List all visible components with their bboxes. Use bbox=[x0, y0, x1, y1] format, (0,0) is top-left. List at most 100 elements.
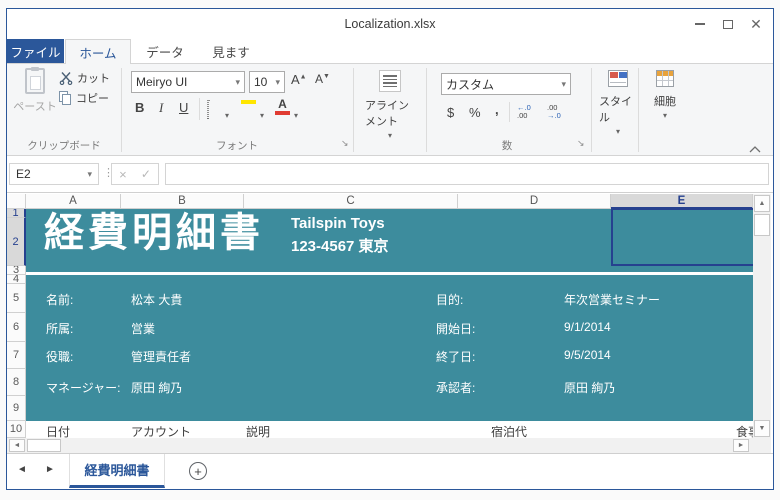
column-header-d[interactable]: D bbox=[458, 194, 611, 209]
table-header-account: アカウント bbox=[131, 423, 191, 438]
formula-actions: × ✓ bbox=[111, 163, 159, 185]
ribbon: ペースト カット コピー クリップボード Meiryo UI▾ 10▾ A▲ A… bbox=[7, 63, 773, 156]
formula-input[interactable] bbox=[165, 163, 769, 185]
sheet-nav-prev-icon[interactable]: ◄ bbox=[17, 464, 27, 475]
font-color-bar bbox=[275, 111, 290, 115]
horizontal-scrollbar[interactable]: ◄ ► bbox=[7, 438, 753, 453]
add-sheet-button[interactable]: + bbox=[189, 462, 207, 480]
scroll-right-button[interactable]: ► bbox=[733, 439, 749, 452]
name-box[interactable]: E2 ▾ bbox=[9, 163, 99, 185]
fill-color-dropdown[interactable]: ▾ bbox=[260, 105, 264, 123]
row-header-10[interactable]: 10 bbox=[7, 421, 26, 438]
left-arrow-icon: ◄ bbox=[14, 442, 21, 449]
clipboard-group-label: クリップボード bbox=[17, 138, 111, 153]
font-size-select[interactable]: 10▾ bbox=[249, 71, 285, 93]
scroll-down-button[interactable]: ▼ bbox=[754, 420, 770, 437]
field-label: 名前: bbox=[46, 291, 73, 308]
group-separator bbox=[426, 68, 427, 152]
row-header-6[interactable]: 6 bbox=[7, 313, 26, 342]
italic-button[interactable]: I bbox=[159, 100, 163, 116]
number-format-value: カスタム bbox=[446, 76, 494, 93]
vertical-scroll-thumb[interactable] bbox=[754, 214, 770, 236]
select-all-corner[interactable] bbox=[7, 194, 26, 209]
row-header-9[interactable]: 9 bbox=[7, 396, 26, 421]
number-format-select[interactable]: カスタム▾ bbox=[441, 73, 571, 95]
field-value: 営業 bbox=[131, 320, 155, 337]
ribbon-tab-row: ファイル ホーム データ 見ます bbox=[7, 39, 773, 63]
tab-data[interactable]: データ bbox=[138, 39, 192, 63]
scroll-up-button[interactable]: ▲ bbox=[754, 195, 770, 212]
minimize-button[interactable] bbox=[689, 15, 711, 33]
number-dialog-launcher[interactable]: ↘ bbox=[577, 138, 585, 149]
font-group-label: フォント bbox=[187, 138, 287, 153]
field-label: 役職: bbox=[46, 348, 73, 365]
expense-table-header-row[interactable]: 日付 アカウント 説明 宿泊代 食事代 bbox=[26, 422, 753, 438]
maximize-button[interactable] bbox=[717, 15, 739, 33]
close-button[interactable]: ✕ bbox=[745, 15, 767, 33]
comma-button[interactable]: , bbox=[495, 102, 499, 117]
fill-color-button[interactable] bbox=[241, 99, 256, 104]
font-family-select[interactable]: Meiryo UI▾ bbox=[131, 71, 245, 93]
column-header-b[interactable]: B bbox=[121, 194, 244, 209]
chevron-down-icon: ▾ bbox=[388, 131, 392, 140]
font-family-value: Meiryo UI bbox=[136, 75, 187, 89]
borders-icon bbox=[207, 100, 209, 119]
decrease-decimal-button[interactable]: .00 →.0 bbox=[547, 104, 561, 120]
row-header-8[interactable]: 8 bbox=[7, 369, 26, 396]
collapse-ribbon-button[interactable] bbox=[749, 140, 761, 158]
row-header-2[interactable]: 2 bbox=[7, 218, 26, 266]
increase-decimal-button[interactable]: ←.0 .00 bbox=[517, 104, 531, 120]
paste-button[interactable]: ペースト bbox=[13, 68, 57, 114]
horizontal-scroll-thumb[interactable] bbox=[27, 439, 61, 452]
table-header-description: 説明 bbox=[246, 423, 270, 438]
shrink-font-button[interactable]: A▼ bbox=[315, 72, 330, 86]
confirm-entry-icon[interactable]: ✓ bbox=[141, 167, 151, 181]
paste-icon bbox=[25, 68, 45, 94]
sheet-nav-next-icon[interactable]: ► bbox=[45, 464, 55, 475]
chevron-up-icon bbox=[749, 146, 761, 153]
column-header-a[interactable]: A bbox=[26, 194, 121, 209]
font-dialog-launcher[interactable]: ↘ bbox=[341, 138, 349, 149]
tab-view[interactable]: 見ます bbox=[201, 39, 261, 63]
field-label: 所属: bbox=[46, 320, 73, 337]
divider bbox=[199, 98, 200, 120]
currency-button[interactable]: $ bbox=[447, 105, 454, 120]
tab-file[interactable]: ファイル bbox=[7, 39, 64, 63]
underline-button[interactable]: U bbox=[179, 100, 188, 115]
scroll-left-button[interactable]: ◄ bbox=[9, 439, 25, 452]
styles-button[interactable]: スタイル ▾ bbox=[599, 70, 637, 136]
sheet-tab-expense-report[interactable]: 経費明細書 bbox=[69, 454, 165, 488]
cells-button[interactable]: 細胞 ▾ bbox=[647, 70, 683, 120]
divider bbox=[509, 102, 510, 122]
percent-button[interactable]: % bbox=[469, 105, 481, 120]
column-header-c[interactable]: C bbox=[244, 194, 458, 209]
cancel-entry-icon[interactable]: × bbox=[119, 167, 127, 182]
shrink-font-icon: A bbox=[315, 72, 323, 86]
tab-home[interactable]: ホーム bbox=[65, 39, 131, 64]
cell-reference: E2 bbox=[16, 167, 31, 181]
cut-button[interactable]: カット bbox=[59, 70, 110, 86]
grow-font-button[interactable]: A▲ bbox=[291, 72, 307, 87]
scrollbar-corner bbox=[753, 438, 771, 453]
font-color-button[interactable]: A bbox=[275, 98, 290, 115]
bold-button[interactable]: B bbox=[135, 100, 144, 115]
alignment-button[interactable]: アラインメント ▾ bbox=[365, 70, 415, 140]
window-title: Localization.xlsx bbox=[7, 17, 773, 31]
row-header-3[interactable]: 3 bbox=[7, 266, 26, 275]
vertical-scrollbar[interactable]: ▲ ▼ bbox=[753, 194, 771, 438]
group-separator bbox=[353, 68, 354, 152]
app-window: Localization.xlsx ✕ ファイル ホーム データ 見ます ペース… bbox=[6, 8, 774, 490]
font-color-dropdown[interactable]: ▾ bbox=[294, 105, 298, 123]
column-header-e[interactable]: E bbox=[611, 194, 753, 209]
row-header-7[interactable]: 7 bbox=[7, 342, 26, 369]
right-arrow-icon: ► bbox=[738, 442, 745, 449]
row-header-5[interactable]: 5 bbox=[7, 284, 26, 313]
row-header-1[interactable]: 1 bbox=[7, 209, 26, 218]
copy-button[interactable]: コピー bbox=[59, 90, 109, 106]
row-header-4[interactable]: 4 bbox=[7, 275, 26, 284]
borders-dropdown[interactable]: ▾ bbox=[225, 105, 229, 123]
expense-report-header-area[interactable]: 経費明細書 Tailspin Toys 123-4567 東京 名前: 松本 大… bbox=[26, 209, 753, 421]
borders-button[interactable] bbox=[207, 101, 209, 119]
chevron-down-icon: ▾ bbox=[260, 111, 264, 120]
field-value: 9/1/2014 bbox=[564, 320, 611, 334]
